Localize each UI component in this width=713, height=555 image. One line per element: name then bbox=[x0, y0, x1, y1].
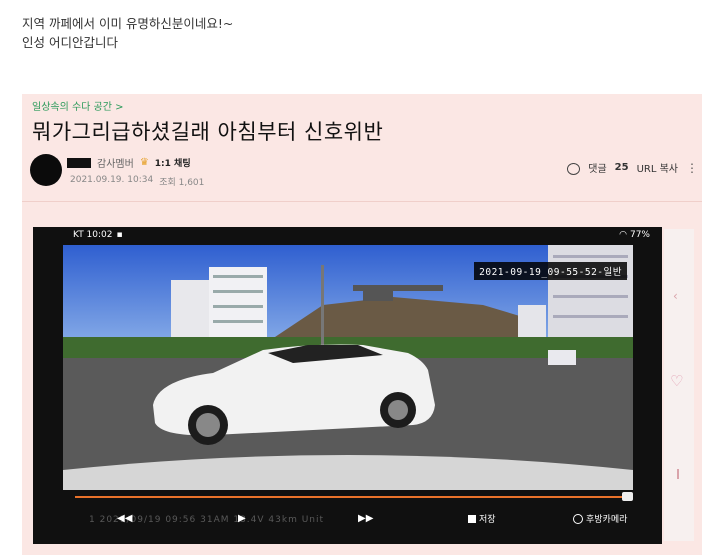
progress-fill bbox=[75, 496, 625, 498]
player-controls: 1 2021/09/19 09:56 31AM 13.4V 43km Unit … bbox=[33, 507, 662, 533]
dashcam-scene bbox=[63, 245, 633, 490]
post-meta: 2021.09.19. 10:34 조회 1,601 bbox=[70, 175, 204, 188]
heart-icon[interactable]: ♡ bbox=[670, 372, 683, 390]
post-date: 2021.09.19. 10:34 bbox=[70, 175, 154, 185]
divider bbox=[22, 201, 702, 202]
carrier-time: KT 10:02 bbox=[73, 230, 113, 240]
chevron-left-icon[interactable]: ‹ bbox=[673, 289, 678, 303]
phone-status-bar: KT 10:02 ▪ ◠ 77% bbox=[33, 227, 662, 245]
comment-label[interactable]: 댓글 bbox=[588, 160, 606, 175]
post-title: 뭐가그리급하셨길래 아침부터 신호위반 bbox=[32, 120, 384, 144]
save-label: 저장 bbox=[479, 515, 496, 525]
save-button[interactable]: 저장 bbox=[468, 512, 496, 525]
wifi-icon: ◠ bbox=[619, 230, 627, 240]
caption-line-2: 인성 어디안갑니다 bbox=[22, 35, 118, 50]
member-grade: 감사멤버 bbox=[97, 159, 134, 170]
video-player[interactable]: KT 10:02 ▪ ◠ 77% 2021-09-19_09-55-52-일반 … bbox=[33, 227, 662, 544]
rear-camera-button[interactable]: 후방카메라 bbox=[573, 512, 627, 525]
redacted-nickname[interactable] bbox=[67, 157, 91, 168]
progress-handle[interactable] bbox=[622, 492, 633, 501]
caption-line-1: 지역 까페에서 이미 유명하신분이네요!~ bbox=[22, 16, 234, 31]
comment-caption: 지역 까페에서 이미 유명하신분이네요!~ 인성 어디안갑니다 bbox=[22, 14, 233, 52]
comment-icon[interactable] bbox=[567, 162, 581, 175]
battery-level: 77% bbox=[629, 230, 650, 240]
chat-button[interactable]: 1:1 채팅 bbox=[155, 156, 191, 169]
crown-icon: ♛ bbox=[139, 157, 149, 168]
author-row: 감사멤버 ♛ 1:1 채팅 bbox=[67, 155, 191, 170]
side-rail: ‹ ♡ bbox=[664, 229, 694, 541]
comment-count[interactable]: 25 bbox=[615, 162, 629, 173]
fast-forward-button[interactable]: ▶▶ bbox=[358, 513, 373, 524]
dashcam-timestamp: 2021-09-19_09-55-52-일반 bbox=[474, 262, 627, 280]
message-icon: ▪ bbox=[116, 230, 123, 240]
url-copy-button[interactable]: URL 복사 bbox=[637, 160, 678, 175]
progress-bar[interactable] bbox=[75, 492, 633, 501]
post-actions: 댓글 25 URL 복사 ⋮ bbox=[567, 160, 698, 175]
more-icon[interactable]: ⋮ bbox=[686, 162, 698, 174]
board-breadcrumb[interactable]: 일상속의 수다 공간 > bbox=[32, 98, 124, 113]
play-button[interactable]: ▶ bbox=[238, 513, 246, 524]
post-card: 일상속의 수다 공간 > 뭐가그리급하셨길래 아침부터 신호위반 감사멤버 ♛ … bbox=[22, 94, 702, 555]
avatar[interactable] bbox=[30, 154, 62, 186]
scroll-indicator[interactable] bbox=[677, 469, 679, 479]
dashcam-frame: 2021-09-19_09-55-52-일반 bbox=[63, 245, 633, 490]
rear-camera-label: 후방카메라 bbox=[586, 515, 628, 525]
save-icon bbox=[468, 514, 476, 523]
view-count: 조회 1,601 bbox=[159, 178, 205, 188]
camera-switch-icon bbox=[573, 513, 583, 524]
rewind-button[interactable]: ◀◀ bbox=[117, 513, 132, 524]
